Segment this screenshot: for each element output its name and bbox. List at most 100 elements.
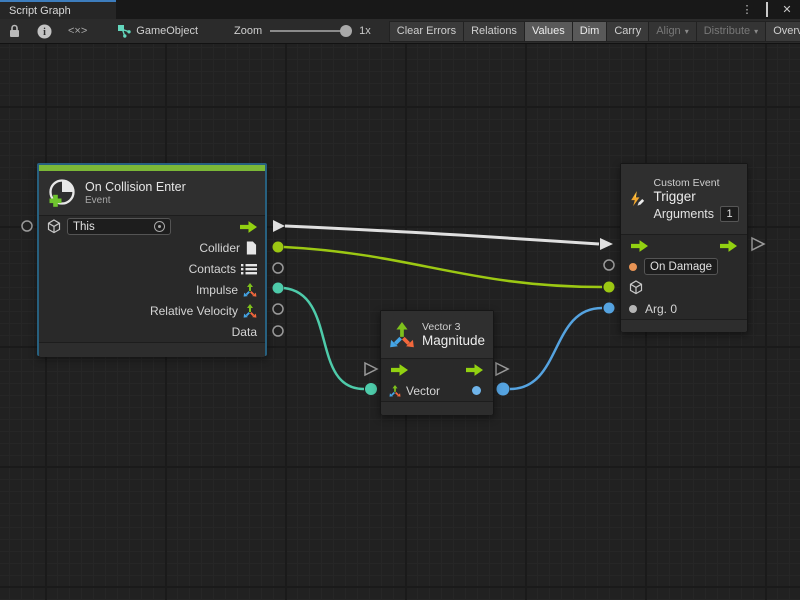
- node-on-collision-enter[interactable]: On Collision Enter Event This Collider: [37, 163, 267, 356]
- carry-label: Carry: [614, 25, 641, 37]
- distribute-button: Distribute ▾: [696, 21, 765, 42]
- port-flow-in-magnitude[interactable]: [365, 363, 377, 375]
- port-relative-velocity-output[interactable]: [273, 304, 283, 314]
- close-icon[interactable]: ✕: [780, 3, 794, 16]
- row-vector: Vector: [381, 380, 493, 401]
- port-event-name-input[interactable]: [604, 260, 614, 270]
- flow-in-arrow-icon: [391, 364, 408, 376]
- clear-errors-button[interactable]: Clear Errors: [389, 21, 463, 42]
- node-footer: [39, 343, 265, 357]
- graph-toolbar: i <×> GameObject Zoom 1x Clear Errors: [0, 19, 800, 44]
- code-view-button[interactable]: <×>: [60, 19, 95, 44]
- node-title: Trigger: [654, 189, 739, 204]
- collision-event-icon: [47, 178, 77, 208]
- lock-button[interactable]: [0, 19, 29, 44]
- menu-icon[interactable]: ⋮: [740, 3, 754, 16]
- node-header[interactable]: On Collision Enter Event: [39, 171, 265, 215]
- node-title: Magnitude: [422, 333, 485, 348]
- tab-title: Script Graph: [9, 5, 71, 17]
- clear-errors-label: Clear Errors: [397, 25, 456, 37]
- align-label: Align: [656, 25, 680, 37]
- maximize-icon[interactable]: [760, 4, 774, 16]
- wire-flow[interactable]: [285, 226, 599, 244]
- row-collider: Collider: [39, 237, 265, 258]
- custom-event-icon: [629, 184, 646, 214]
- vector3-icon: [243, 304, 257, 318]
- port-magnitude-output[interactable]: [497, 383, 510, 396]
- vector3-icon: [243, 283, 257, 297]
- port-flow-out-trigger[interactable]: [752, 238, 764, 250]
- arguments-count-value: 1: [726, 208, 732, 220]
- align-button: Align ▾: [648, 21, 695, 42]
- port-flow-in-trigger[interactable]: [600, 238, 613, 250]
- port-data-output[interactable]: [273, 326, 283, 336]
- dim-button[interactable]: Dim: [572, 21, 607, 42]
- zoom-slider-knob[interactable]: [340, 25, 352, 37]
- document-icon: [245, 241, 257, 255]
- node-header[interactable]: Vector 3 Magnitude: [381, 311, 493, 358]
- row-data: Data: [39, 321, 265, 342]
- chevron-down-icon: ▾: [754, 27, 758, 36]
- row-this: This: [39, 216, 265, 237]
- vector3-icon: [389, 322, 415, 348]
- distribute-label: Distribute: [704, 25, 750, 37]
- this-field-value: This: [73, 221, 95, 233]
- port-flow-out-magnitude[interactable]: [496, 363, 508, 375]
- zoom-slider[interactable]: [270, 30, 350, 32]
- lock-icon: [8, 24, 21, 38]
- data-label: Data: [232, 325, 257, 339]
- float-output-dot[interactable]: [472, 386, 481, 395]
- node-magnitude[interactable]: Vector 3 Magnitude Vector: [380, 310, 494, 415]
- maximize-box: [766, 2, 768, 17]
- port-collider-output[interactable]: [273, 242, 284, 253]
- wire-magnitude-arg0[interactable]: [510, 308, 602, 389]
- vector-label: Vector: [406, 384, 440, 398]
- port-impulse-output[interactable]: [273, 283, 284, 294]
- event-name-value: On Damage: [650, 261, 712, 273]
- arguments-count-field[interactable]: 1: [720, 206, 739, 222]
- this-field[interactable]: This: [67, 218, 171, 235]
- toolbar-buttons: Clear Errors Relations Values Dim Carry …: [389, 19, 800, 44]
- port-this-input[interactable]: [22, 221, 32, 231]
- flow-out-arrow-icon: [240, 221, 257, 233]
- relations-label: Relations: [471, 25, 517, 37]
- wire-collider[interactable]: [284, 247, 602, 287]
- graph-canvas[interactable]: On Collision Enter Event This Collider: [0, 44, 800, 600]
- info-icon: i: [37, 24, 52, 39]
- wire-impulse-vector[interactable]: [284, 288, 364, 389]
- row-event-name: On Damage: [621, 256, 747, 277]
- node-header[interactable]: Custom Event Trigger Arguments 1: [621, 164, 747, 234]
- node-type-label: Vector 3: [422, 321, 485, 333]
- impulse-label: Impulse: [196, 283, 238, 297]
- relations-button[interactable]: Relations: [463, 21, 524, 42]
- script-graph-window: Script Graph ⋮ ✕ i <×>: [0, 0, 800, 600]
- gameobject-label: GameObject: [136, 25, 198, 37]
- graph-owner[interactable]: GameObject: [117, 24, 198, 38]
- cube-icon: [629, 280, 643, 295]
- script-graph-icon: [117, 24, 131, 38]
- row-target: [621, 277, 747, 298]
- port-flow-out-collision[interactable]: [273, 220, 285, 232]
- target-picker-icon[interactable]: [154, 221, 165, 232]
- info-button[interactable]: i: [29, 19, 60, 44]
- row-relative-velocity: Relative Velocity: [39, 300, 265, 321]
- zoom-label: Zoom: [234, 25, 262, 37]
- port-contacts-output[interactable]: [273, 263, 283, 273]
- chevron-down-icon: ▾: [685, 27, 689, 36]
- values-button[interactable]: Values: [524, 21, 572, 42]
- generic-port-dot: [629, 305, 637, 313]
- contacts-label: Contacts: [189, 262, 236, 276]
- event-name-field[interactable]: On Damage: [644, 258, 718, 275]
- row-arg0: Arg. 0: [621, 298, 747, 319]
- carry-button[interactable]: Carry: [606, 21, 648, 42]
- tab-script-graph[interactable]: Script Graph: [0, 0, 116, 19]
- node-custom-event-trigger[interactable]: Custom Event Trigger Arguments 1: [620, 163, 748, 332]
- list-icon: [241, 263, 257, 275]
- port-vector-input[interactable]: [365, 383, 377, 395]
- window-controls: ⋮ ✕: [740, 0, 800, 19]
- port-target-input[interactable]: [604, 282, 615, 293]
- overview-button[interactable]: Overv: [765, 21, 800, 42]
- port-arg0-input[interactable]: [604, 303, 615, 314]
- svg-text:i: i: [43, 27, 46, 38]
- string-port-dot: [629, 263, 637, 271]
